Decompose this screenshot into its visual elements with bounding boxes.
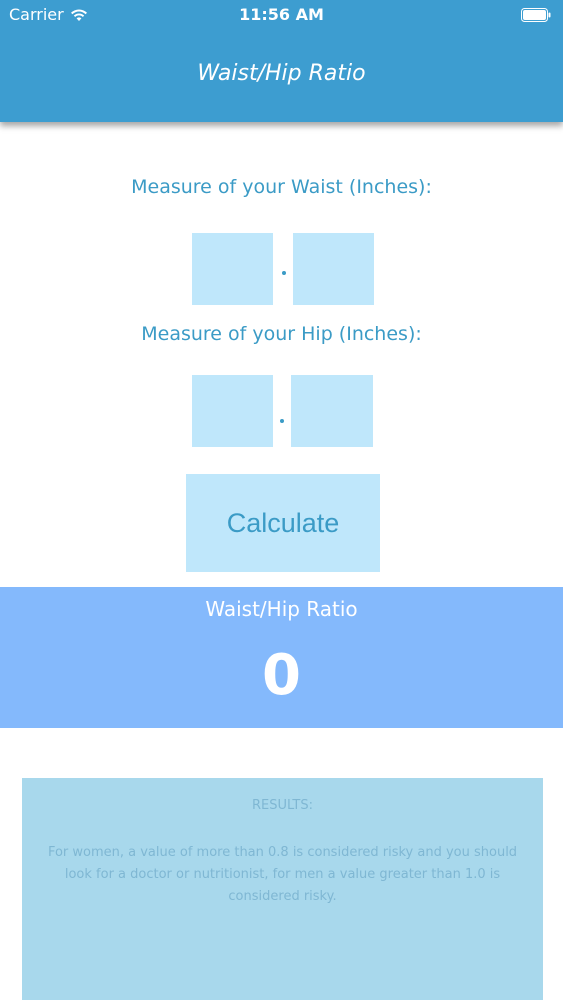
waist-label: Measure of your Waist (Inches): xyxy=(131,176,432,198)
results-description: For women, a value of more than 0.8 is c… xyxy=(47,845,518,904)
hip-decimal-input[interactable] xyxy=(291,375,373,447)
app-screen: Carrier 11:56 AM Waist/Hip Ratio Measure… xyxy=(0,0,563,1000)
result-title: Waist/Hip Ratio xyxy=(205,597,358,621)
page-title: Waist/Hip Ratio xyxy=(197,61,366,86)
navigation-header: Carrier 11:56 AM Waist/Hip Ratio xyxy=(0,0,563,122)
hip-decimal-separator xyxy=(280,419,284,423)
status-time: 11:56 AM xyxy=(239,5,324,24)
result-band: Waist/Hip Ratio 0 xyxy=(0,587,563,728)
battery-icon xyxy=(521,8,551,22)
results-heading: RESULTS: xyxy=(251,798,314,813)
status-bar: Carrier 11:56 AM xyxy=(0,0,563,30)
waist-decimal-input[interactable] xyxy=(293,233,374,305)
waist-integer-input[interactable] xyxy=(192,233,273,305)
calculate-button[interactable]: Calculate xyxy=(186,474,380,572)
hip-integer-input[interactable] xyxy=(192,375,273,447)
results-info-panel: RESULTS: For women, a value of more than… xyxy=(22,778,543,1000)
waist-decimal-separator xyxy=(282,271,286,275)
hip-label: Measure of your Hip (Inches): xyxy=(141,323,422,345)
result-value: 0 xyxy=(262,643,301,708)
